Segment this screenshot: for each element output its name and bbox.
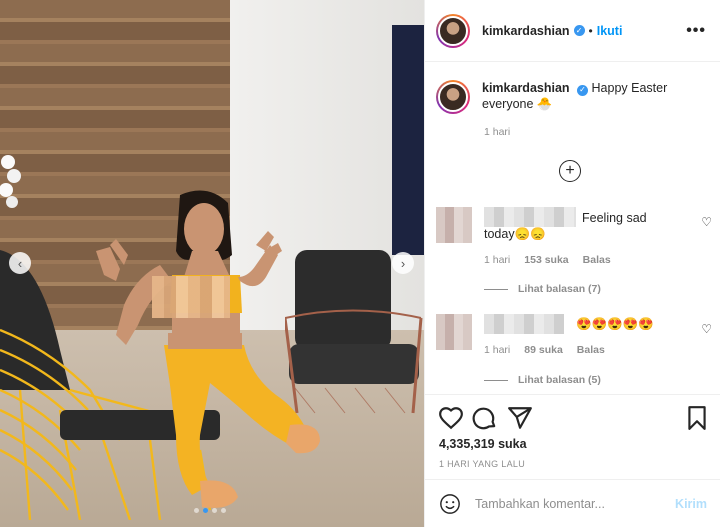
carousel-dot xyxy=(212,508,217,513)
comment-bubble-icon[interactable] xyxy=(472,405,498,431)
emoji-icon[interactable] xyxy=(439,493,461,515)
carousel-indicator xyxy=(194,508,226,513)
chevron-left-icon[interactable]: ‹ xyxy=(9,252,31,274)
reply-button[interactable]: Balas xyxy=(577,344,605,356)
separator-dot: • xyxy=(588,23,593,38)
replies-divider xyxy=(484,379,508,381)
comment-item: Feeling sad today😞😞 ♡ 1 hari 153 suka Ba… xyxy=(436,207,716,295)
chevron-right-icon[interactable]: › xyxy=(392,252,414,274)
follow-button[interactable]: Ikuti xyxy=(597,24,623,38)
replies-divider xyxy=(484,288,508,290)
post-actions: 4,335,319 suka 1 HARI YANG LALU Kirim xyxy=(425,394,720,527)
post-header: kimkardashian ✓ • Ikuti ••• xyxy=(425,0,720,62)
blurred-avatar[interactable] xyxy=(436,207,472,243)
carousel-dot-active xyxy=(203,508,208,513)
view-replies-button[interactable]: Lihat balasan (7) xyxy=(484,283,601,295)
carousel-dot xyxy=(221,508,226,513)
blurred-username[interactable] xyxy=(484,314,564,334)
caption-body: kimkardashian ✓ Happy Easter everyone 🐣 xyxy=(482,80,716,114)
post-photo[interactable]: ‹ › xyxy=(0,0,424,527)
caption-avatar[interactable] xyxy=(436,80,470,114)
action-icons xyxy=(438,405,710,431)
post-sidebar: kimkardashian ✓ • Ikuti ••• kimkardashia… xyxy=(424,0,720,527)
comment-time: 1 hari xyxy=(484,254,511,266)
avatar-image xyxy=(438,82,468,112)
verified-badge-icon: ✓ xyxy=(577,84,589,96)
comment-text: Feeling sad today😞😞 xyxy=(484,211,647,241)
heart-icon[interactable] xyxy=(438,405,464,431)
view-replies-button[interactable]: Lihat balasan (5) xyxy=(484,374,601,386)
reply-button[interactable]: Balas xyxy=(583,254,611,266)
avatar-image xyxy=(438,15,468,46)
heart-icon[interactable]: ♡ xyxy=(701,215,712,229)
bookmark-icon[interactable] xyxy=(684,405,710,431)
avatar[interactable] xyxy=(436,13,470,48)
heart-icon[interactable]: ♡ xyxy=(701,322,712,336)
caption-time: 1 hari xyxy=(484,126,511,138)
comment-meta: 1 hari 89 suka Balas xyxy=(484,344,605,356)
comment-likes[interactable]: 153 suka xyxy=(524,254,568,266)
person-figure xyxy=(96,190,320,508)
comment-meta: 1 hari 153 suka Balas xyxy=(484,254,611,266)
comment-input[interactable] xyxy=(475,497,651,511)
view-replies-label: Lihat balasan (5) xyxy=(518,374,601,386)
censor-mosaic xyxy=(152,276,230,318)
caption-username[interactable]: kimkardashian xyxy=(482,81,570,95)
navy-panel xyxy=(392,25,424,255)
view-replies-label: Lihat balasan (7) xyxy=(518,283,601,295)
more-horizontal-icon[interactable]: ••• xyxy=(686,22,706,40)
blurred-avatar[interactable] xyxy=(436,314,472,350)
comment-time: 1 hari xyxy=(484,344,511,356)
load-more-comments-plus-icon[interactable]: + xyxy=(559,160,581,182)
caption: kimkardashian ✓ Happy Easter everyone 🐣 xyxy=(436,80,716,114)
likes-count[interactable]: 4,335,319 suka xyxy=(439,437,527,451)
header-username[interactable]: kimkardashian xyxy=(482,24,570,38)
send-button[interactable]: Kirim xyxy=(675,497,707,511)
comment-text: 😍😍😍😍😍 xyxy=(576,317,654,331)
comment-item: 😍😍😍😍😍 ♡ 1 hari 89 suka Balas Lihat balas… xyxy=(436,314,716,394)
verified-badge-icon: ✓ xyxy=(573,25,585,36)
comment-likes[interactable]: 89 suka xyxy=(524,344,563,356)
share-send-icon[interactable] xyxy=(507,405,533,431)
white-flowers xyxy=(0,155,21,208)
comment-composer: Kirim xyxy=(425,479,720,527)
instagram-post-view: ‹ › kimkardashian ✓ • Ikuti ••• kimkarda… xyxy=(0,0,720,527)
carousel-dot xyxy=(194,508,199,513)
post-date: 1 HARI YANG LALU xyxy=(439,459,525,469)
